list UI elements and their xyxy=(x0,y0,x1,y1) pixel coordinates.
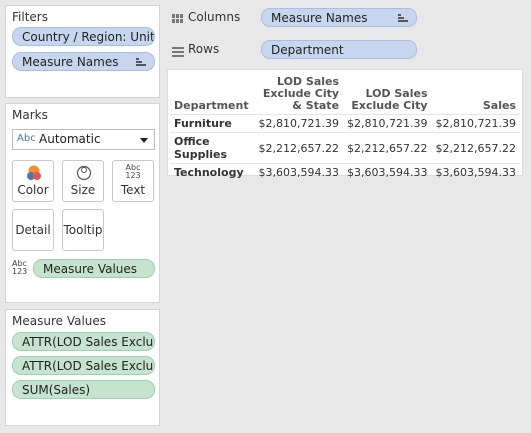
value-cell[interactable]: $2,212,657.22 xyxy=(255,133,343,164)
filter-country-region-label: Country / Region: Unit.. xyxy=(22,30,155,44)
mark-type-value: Automatic xyxy=(39,132,101,146)
filter-country-region-pill[interactable]: Country / Region: Unit.. xyxy=(12,27,155,46)
header-line: Exclude City xyxy=(351,99,428,112)
filter-measure-names-pill[interactable]: Measure Names xyxy=(12,52,155,71)
measure-values-title: Measure Values xyxy=(12,314,107,328)
filter-measure-names-label: Measure Names xyxy=(22,55,119,69)
text-icon: Abc 123 xyxy=(113,164,153,180)
rows-shelf-label: Rows xyxy=(188,42,220,56)
measure-value-label: SUM(Sales) xyxy=(22,383,91,397)
measure-value-pill[interactable]: ATTR(LOD Sales Exclud.. xyxy=(12,356,155,375)
department-cell[interactable]: Office Supplies xyxy=(170,133,255,164)
size-button[interactable]: Size xyxy=(62,160,104,202)
row-header-department-label: Department xyxy=(174,99,249,112)
table-row: Office Supplies $2,212,657.22 $2,212,657… xyxy=(170,132,520,164)
table-row: Technology $3,603,594.33 $3,603,594.33 $… xyxy=(170,163,520,182)
column-header-lod-exclude-city[interactable]: LOD Sales Exclude City xyxy=(343,74,431,115)
column-header-sales-label: Sales xyxy=(482,99,516,112)
filters-title: Filters xyxy=(12,10,48,24)
value-cell[interactable]: $3,603,594.33 xyxy=(432,164,520,182)
department-cell[interactable]: Furniture xyxy=(170,115,255,133)
marks-title: Marks xyxy=(12,108,48,122)
detail-button[interactable]: Detail xyxy=(12,209,54,251)
text-button[interactable]: Abc 123 Text xyxy=(112,160,154,202)
size-icon xyxy=(76,165,92,181)
columns-shelf-label: Columns xyxy=(188,10,241,24)
value-cell[interactable]: $2,810,721.39 xyxy=(432,115,520,133)
value-cell[interactable]: $2,212,657.22 xyxy=(432,133,520,164)
text-label: Text xyxy=(120,183,146,197)
tooltip-button[interactable]: Tooltip xyxy=(62,209,104,251)
measure-value-label: ATTR(LOD Sales Exclud.. xyxy=(22,359,155,373)
columns-shelf: Columns Measure Names xyxy=(164,5,531,33)
tooltip-label: Tooltip xyxy=(63,223,103,237)
marks-panel: Marks Abc Automatic Color Size Abc 123 T… xyxy=(5,103,160,303)
column-header-lod-exclude-city-state[interactable]: LOD Sales Exclude City & State xyxy=(255,74,343,115)
view-area: Department LOD Sales Exclude City & Stat… xyxy=(167,69,523,179)
rows-department-label: Department xyxy=(271,43,344,57)
text-encoding-123: 123 xyxy=(12,267,28,276)
columns-measure-names-pill[interactable]: Measure Names xyxy=(261,8,417,27)
header-line: & State xyxy=(292,99,340,112)
rows-shelf: Rows Department xyxy=(164,37,531,65)
column-header-sales[interactable]: Sales xyxy=(432,74,520,115)
size-label: Size xyxy=(70,183,96,197)
measure-value-pill[interactable]: ATTR(LOD Sales Exclud.. xyxy=(12,332,155,351)
abc-icon: Abc xyxy=(17,133,36,144)
value-cell[interactable]: $3,603,594.33 xyxy=(343,164,431,182)
rows-department-pill[interactable]: Department xyxy=(261,40,417,59)
filters-panel: Filters Country / Region: Unit.. Measure… xyxy=(5,5,160,98)
measure-value-pill[interactable]: SUM(Sales) xyxy=(12,380,155,399)
sort-icon xyxy=(398,13,408,23)
chevron-down-icon xyxy=(140,138,148,143)
row-header-department[interactable]: Department xyxy=(170,74,255,115)
measure-values-panel: Measure Values ATTR(LOD Sales Exclud.. A… xyxy=(5,309,160,426)
measure-values-mark-pill[interactable]: Measure Values xyxy=(33,259,155,278)
value-cell[interactable]: $2,810,721.39 xyxy=(255,115,343,133)
text-encoding-icon: Abc 123 xyxy=(12,260,27,276)
color-icon xyxy=(27,165,41,180)
sort-icon xyxy=(136,57,146,67)
measure-values-mark-label: Measure Values xyxy=(43,262,138,276)
detail-label: Detail xyxy=(15,223,51,237)
columns-measure-names-label: Measure Names xyxy=(271,11,368,25)
text-icon-123: 123 xyxy=(125,171,141,180)
rows-shelf-icon xyxy=(172,46,184,57)
table-row: Furniture $2,810,721.39 $2,810,721.39 $2… xyxy=(170,114,520,133)
value-cell[interactable]: $2,810,721.39 xyxy=(343,115,431,133)
measure-value-label: ATTR(LOD Sales Exclud.. xyxy=(22,335,155,349)
color-button[interactable]: Color xyxy=(12,160,54,202)
crosstab-table: Department LOD Sales Exclude City & Stat… xyxy=(170,74,520,181)
columns-shelf-icon xyxy=(172,14,184,24)
value-cell[interactable]: $2,212,657.22 xyxy=(343,133,431,164)
department-cell[interactable]: Technology xyxy=(170,164,255,182)
color-label: Color xyxy=(17,183,49,197)
mark-type-dropdown[interactable]: Abc Automatic xyxy=(12,129,155,150)
value-cell[interactable]: $3,603,594.33 xyxy=(255,164,343,182)
